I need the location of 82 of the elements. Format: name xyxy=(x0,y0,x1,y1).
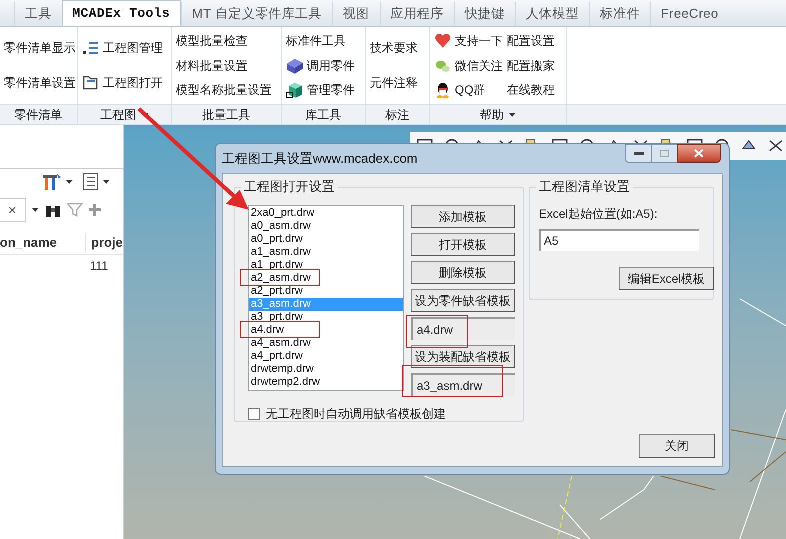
template-button[interactable]: 设为装配缺省模板 xyxy=(411,345,515,368)
caret-icon xyxy=(66,180,73,184)
column-header[interactable]: on_name xyxy=(0,232,86,252)
ribbon-command[interactable]: 在线教程 xyxy=(507,80,555,100)
column-header[interactable]: proje xyxy=(86,232,123,252)
ribbon-command[interactable]: 管理零件 xyxy=(286,80,355,100)
folder-icon xyxy=(82,74,100,92)
checkbox-label: 无工程图时自动调用缺省模板创建 xyxy=(266,406,446,423)
default-template-field[interactable]: a3_asm.drw xyxy=(411,373,515,396)
close-icon xyxy=(694,149,704,158)
template-button[interactable]: 打开模板 xyxy=(411,233,515,256)
group-title: 工程图打开设置 xyxy=(241,179,338,195)
ribbon-command[interactable]: 材料批量设置 xyxy=(176,56,272,76)
ribbon-command[interactable]: 配置设置 xyxy=(507,31,555,51)
ribbon-tab[interactable]: FreeCreo xyxy=(650,2,729,26)
close-button[interactable] xyxy=(677,144,721,163)
template-button[interactable]: 添加模板 xyxy=(411,205,515,228)
default-template-field[interactable]: a4.drw xyxy=(411,317,515,340)
list-item[interactable]: a1_prt.drw xyxy=(249,259,303,272)
ribbon-command[interactable]: 工程图打开 xyxy=(82,72,163,93)
ribbon-command[interactable]: 零件清单设置 xyxy=(4,72,76,93)
list-item[interactable]: a3_prt.drw xyxy=(249,311,303,324)
ribbon-tab[interactable]: 标准件 xyxy=(589,2,650,26)
ribbon-command[interactable]: 标准件工具 xyxy=(286,31,355,51)
table-cell-text: 111 xyxy=(90,258,108,275)
ribbon-command[interactable]: 调用零件 xyxy=(286,56,355,76)
group-label: 帮助 xyxy=(480,106,504,124)
caret-icon xyxy=(32,208,39,212)
group-label: 工程图 xyxy=(100,106,136,124)
ribbon-tab[interactable]: 快捷键 xyxy=(454,2,515,26)
list-item[interactable]: a4_asm.drw xyxy=(249,337,311,350)
dropdown-icon xyxy=(509,112,516,116)
minimize-icon xyxy=(634,152,644,155)
list-item[interactable]: a2_prt.drw xyxy=(249,285,303,298)
template-button[interactable]: 设为零件缺省模板 xyxy=(411,289,515,312)
list-item[interactable]: drwtemp2.drw xyxy=(249,376,320,389)
heart-icon xyxy=(434,32,452,50)
excel-start-field[interactable]: A5 xyxy=(539,229,699,251)
ribbon-tab[interactable]: 应用程序 xyxy=(380,2,454,26)
tools-icon[interactable] xyxy=(42,173,62,191)
ribbon-command[interactable]: 模型名称批量设置 xyxy=(176,80,272,100)
ribbon-command[interactable]: 模型批量检查 xyxy=(176,31,272,51)
maximize-icon xyxy=(660,150,669,157)
list-item[interactable]: 2xa0_prt.drw xyxy=(249,207,315,220)
list-item[interactable]: a0_prt.drw xyxy=(249,233,303,246)
checkbox[interactable] xyxy=(248,408,260,420)
ribbon-tab[interactable]: 人体模型 xyxy=(514,2,590,26)
group-title: 工程图清单设置 xyxy=(536,179,633,195)
ribbon-tab[interactable]: MCADEx Tools xyxy=(62,0,182,26)
cube-icon xyxy=(286,81,304,99)
ribbon-command[interactable]: 技术要求 xyxy=(370,38,418,58)
minimize-button[interactable] xyxy=(625,144,652,163)
group-label: 批量工具 xyxy=(202,106,250,124)
group-label: 零件清单 xyxy=(14,106,62,124)
group-label: 库工具 xyxy=(306,106,342,124)
ribbon-tab[interactable]: MT 自定义零件库工具 xyxy=(181,2,332,26)
search-field[interactable]: × xyxy=(0,198,26,222)
close-dialog-button[interactable]: 关闭 xyxy=(639,434,715,458)
edit-excel-button[interactable]: 编辑Excel模板 xyxy=(619,267,714,290)
group-label: 标注 xyxy=(386,106,410,124)
caret-icon xyxy=(103,180,110,184)
ribbon-tab[interactable]: 视图 xyxy=(332,2,380,26)
list-item[interactable]: a4_prt.drw xyxy=(249,350,303,363)
checklist-icon[interactable] xyxy=(83,173,99,191)
template-button[interactable]: 删除模板 xyxy=(411,261,515,284)
penguin-icon xyxy=(434,81,452,99)
ribbon-command[interactable]: 配置搬家 xyxy=(507,56,555,76)
window-title: 工程图工具设置www.mcadex.com xyxy=(222,150,418,168)
field-label: Excel起始位置(如:A5): xyxy=(539,206,659,223)
list-item[interactable]: a2_asm.drw xyxy=(249,272,311,285)
ribbon-command[interactable]: 元件注释 xyxy=(370,72,418,93)
ribbon-command[interactable]: 支持一下 xyxy=(434,31,503,51)
list-item[interactable]: a0_asm.drw xyxy=(249,220,311,233)
ribbon-command[interactable]: 微信关注 xyxy=(434,56,503,76)
ribbon-command[interactable]: 工程图管理 xyxy=(82,38,163,58)
ribbon-command[interactable]: 零件清单显示 xyxy=(4,38,76,58)
list-item[interactable]: a1_asm.drw xyxy=(249,246,311,259)
block-icon xyxy=(286,56,304,74)
plus-icon[interactable] xyxy=(89,204,101,216)
list-item[interactable]: a4.drw xyxy=(249,324,284,337)
ribbon-command[interactable]: QQ群 xyxy=(434,80,503,100)
list-item[interactable]: drwtemp.drw xyxy=(249,363,314,376)
